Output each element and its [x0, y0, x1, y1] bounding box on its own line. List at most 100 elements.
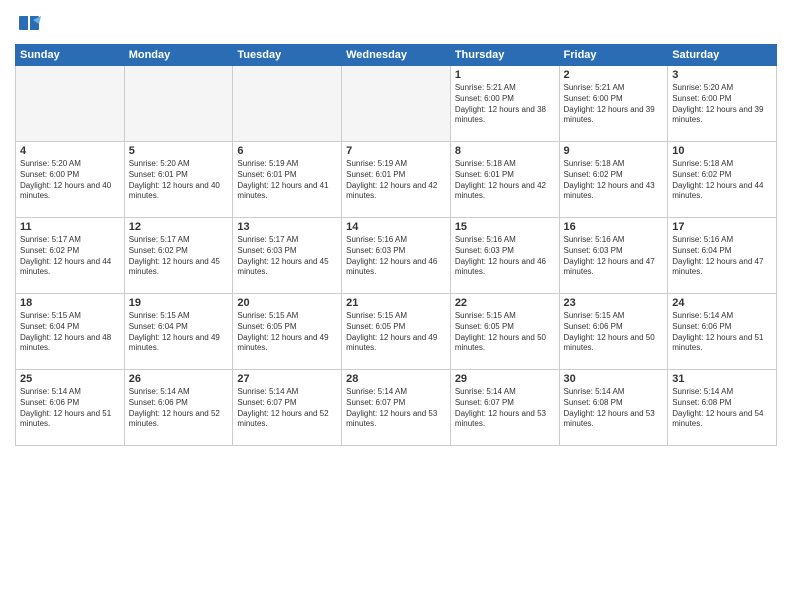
day-number: 12: [129, 221, 229, 233]
day-info: Sunrise: 5:14 AMSunset: 6:07 PMDaylight:…: [237, 387, 337, 430]
day-info: Sunrise: 5:15 AMSunset: 6:04 PMDaylight:…: [129, 311, 229, 354]
day-info: Sunrise: 5:17 AMSunset: 6:02 PMDaylight:…: [20, 235, 120, 278]
day-number: 20: [237, 297, 337, 309]
calendar-cell: 7 Sunrise: 5:19 AMSunset: 6:01 PMDaylight…: [342, 142, 451, 218]
day-info: Sunrise: 5:17 AMSunset: 6:02 PMDaylight:…: [129, 235, 229, 278]
day-info: Sunrise: 5:16 AMSunset: 6:03 PMDaylight:…: [455, 235, 555, 278]
day-info: Sunrise: 5:20 AMSunset: 6:00 PMDaylight:…: [20, 159, 120, 202]
calendar-header-wednesday: Wednesday: [342, 45, 451, 66]
calendar-cell: 11 Sunrise: 5:17 AMSunset: 6:02 PMDayligh…: [16, 218, 125, 294]
calendar-cell: 12 Sunrise: 5:17 AMSunset: 6:02 PMDayligh…: [124, 218, 233, 294]
day-number: 7: [346, 145, 446, 157]
day-info: Sunrise: 5:14 AMSunset: 6:07 PMDaylight:…: [455, 387, 555, 430]
day-info: Sunrise: 5:14 AMSunset: 6:08 PMDaylight:…: [672, 387, 772, 430]
day-info: Sunrise: 5:15 AMSunset: 6:05 PMDaylight:…: [237, 311, 337, 354]
calendar-cell: 10 Sunrise: 5:18 AMSunset: 6:02 PMDayligh…: [668, 142, 777, 218]
day-info: Sunrise: 5:21 AMSunset: 6:00 PMDaylight:…: [564, 83, 664, 126]
day-info: Sunrise: 5:16 AMSunset: 6:03 PMDaylight:…: [346, 235, 446, 278]
calendar-cell: 23 Sunrise: 5:15 AMSunset: 6:06 PMDayligh…: [559, 294, 668, 370]
day-info: Sunrise: 5:18 AMSunset: 6:02 PMDaylight:…: [672, 159, 772, 202]
day-info: Sunrise: 5:15 AMSunset: 6:05 PMDaylight:…: [346, 311, 446, 354]
calendar-cell: 18Sunrise: 5:15 AMSunset: 6:04 PMDayligh…: [16, 294, 125, 370]
calendar-cell: 17 Sunrise: 5:16 AMSunset: 6:04 PMDayligh…: [668, 218, 777, 294]
calendar-cell: 14 Sunrise: 5:16 AMSunset: 6:03 PMDayligh…: [342, 218, 451, 294]
day-info: Sunrise: 5:16 AMSunset: 6:03 PMDaylight:…: [564, 235, 664, 278]
calendar-header-sunday: Sunday: [16, 45, 125, 66]
day-number: 2: [564, 69, 664, 81]
calendar-table: SundayMondayTuesdayWednesdayThursdayFrid…: [15, 44, 777, 446]
day-number: 9: [564, 145, 664, 157]
calendar-cell: 6Sunrise: 5:19 AMSunset: 6:01 PMDaylight…: [233, 142, 342, 218]
calendar-cell: 1 Sunrise: 5:21 AMSunset: 6:00 PMDaylight…: [450, 66, 559, 142]
calendar-week-3: 11 Sunrise: 5:17 AMSunset: 6:02 PMDayligh…: [16, 218, 777, 294]
day-info: Sunrise: 5:19 AMSunset: 6:01 PMDaylight:…: [346, 159, 446, 202]
day-number: 15: [455, 221, 555, 233]
day-number: 26: [129, 373, 229, 385]
day-number: 22: [455, 297, 555, 309]
calendar-week-5: 25Sunrise: 5:14 AMSunset: 6:06 PMDayligh…: [16, 370, 777, 446]
day-info: Sunrise: 5:20 AMSunset: 6:01 PMDaylight:…: [129, 159, 229, 202]
calendar-cell: 25Sunrise: 5:14 AMSunset: 6:06 PMDayligh…: [16, 370, 125, 446]
day-number: 21: [346, 297, 446, 309]
calendar-cell: 3Sunrise: 5:20 AMSunset: 6:00 PMDaylight…: [668, 66, 777, 142]
day-number: 8: [455, 145, 555, 157]
day-number: 29: [455, 373, 555, 385]
day-number: 1: [455, 69, 555, 81]
day-number: 27: [237, 373, 337, 385]
calendar-cell: 24 Sunrise: 5:14 AMSunset: 6:06 PMDayligh…: [668, 294, 777, 370]
calendar-week-1: 1 Sunrise: 5:21 AMSunset: 6:00 PMDaylight…: [16, 66, 777, 142]
day-number: 4: [20, 145, 120, 157]
calendar-cell: [233, 66, 342, 142]
calendar-header-row: SundayMondayTuesdayWednesdayThursdayFrid…: [16, 45, 777, 66]
calendar-cell: 15 Sunrise: 5:16 AMSunset: 6:03 PMDayligh…: [450, 218, 559, 294]
day-info: Sunrise: 5:21 AMSunset: 6:00 PMDaylight:…: [455, 83, 555, 126]
calendar-header-thursday: Thursday: [450, 45, 559, 66]
day-number: 5: [129, 145, 229, 157]
calendar-header-friday: Friday: [559, 45, 668, 66]
calendar-cell: 4 Sunrise: 5:20 AMSunset: 6:00 PMDaylight…: [16, 142, 125, 218]
day-number: 31: [672, 373, 772, 385]
calendar-cell: 31 Sunrise: 5:14 AMSunset: 6:08 PMDayligh…: [668, 370, 777, 446]
day-info: Sunrise: 5:15 AMSunset: 6:06 PMDaylight:…: [564, 311, 664, 354]
day-info: Sunrise: 5:15 AMSunset: 6:05 PMDaylight:…: [455, 311, 555, 354]
day-info: Sunrise: 5:14 AMSunset: 6:06 PMDaylight:…: [672, 311, 772, 354]
calendar-cell: 9 Sunrise: 5:18 AMSunset: 6:02 PMDaylight…: [559, 142, 668, 218]
calendar-week-2: 4 Sunrise: 5:20 AMSunset: 6:00 PMDaylight…: [16, 142, 777, 218]
calendar-header-saturday: Saturday: [668, 45, 777, 66]
calendar-cell: 8 Sunrise: 5:18 AMSunset: 6:01 PMDaylight…: [450, 142, 559, 218]
day-info: Sunrise: 5:14 AMSunset: 6:08 PMDaylight:…: [564, 387, 664, 430]
day-number: 14: [346, 221, 446, 233]
day-number: 17: [672, 221, 772, 233]
day-number: 6: [237, 145, 337, 157]
calendar-cell: 29 Sunrise: 5:14 AMSunset: 6:07 PMDayligh…: [450, 370, 559, 446]
day-info: Sunrise: 5:17 AMSunset: 6:03 PMDaylight:…: [237, 235, 337, 278]
day-info: Sunrise: 5:16 AMSunset: 6:04 PMDaylight:…: [672, 235, 772, 278]
logo: [15, 10, 47, 38]
day-number: 19: [129, 297, 229, 309]
calendar-cell: 30 Sunrise: 5:14 AMSunset: 6:08 PMDayligh…: [559, 370, 668, 446]
calendar-cell: 2 Sunrise: 5:21 AMSunset: 6:00 PMDaylight…: [559, 66, 668, 142]
calendar-cell: [342, 66, 451, 142]
header: [15, 10, 777, 38]
calendar-header-tuesday: Tuesday: [233, 45, 342, 66]
calendar-cell: 21 Sunrise: 5:15 AMSunset: 6:05 PMDayligh…: [342, 294, 451, 370]
day-number: 23: [564, 297, 664, 309]
day-number: 30: [564, 373, 664, 385]
logo-icon: [15, 10, 43, 38]
day-number: 28: [346, 373, 446, 385]
day-info: Sunrise: 5:14 AMSunset: 6:07 PMDaylight:…: [346, 387, 446, 430]
calendar-cell: 16 Sunrise: 5:16 AMSunset: 6:03 PMDayligh…: [559, 218, 668, 294]
day-info: Sunrise: 5:18 AMSunset: 6:01 PMDaylight:…: [455, 159, 555, 202]
day-info: Sunrise: 5:15 AMSunset: 6:04 PMDaylight:…: [20, 311, 120, 354]
day-info: Sunrise: 5:18 AMSunset: 6:02 PMDaylight:…: [564, 159, 664, 202]
calendar-cell: 22 Sunrise: 5:15 AMSunset: 6:05 PMDayligh…: [450, 294, 559, 370]
calendar-cell: 13Sunrise: 5:17 AMSunset: 6:03 PMDayligh…: [233, 218, 342, 294]
day-number: 10: [672, 145, 772, 157]
day-number: 3: [672, 69, 772, 81]
calendar-week-4: 18Sunrise: 5:15 AMSunset: 6:04 PMDayligh…: [16, 294, 777, 370]
day-info: Sunrise: 5:14 AMSunset: 6:06 PMDaylight:…: [20, 387, 120, 430]
day-number: 16: [564, 221, 664, 233]
day-info: Sunrise: 5:14 AMSunset: 6:06 PMDaylight:…: [129, 387, 229, 430]
day-number: 11: [20, 221, 120, 233]
day-number: 24: [672, 297, 772, 309]
